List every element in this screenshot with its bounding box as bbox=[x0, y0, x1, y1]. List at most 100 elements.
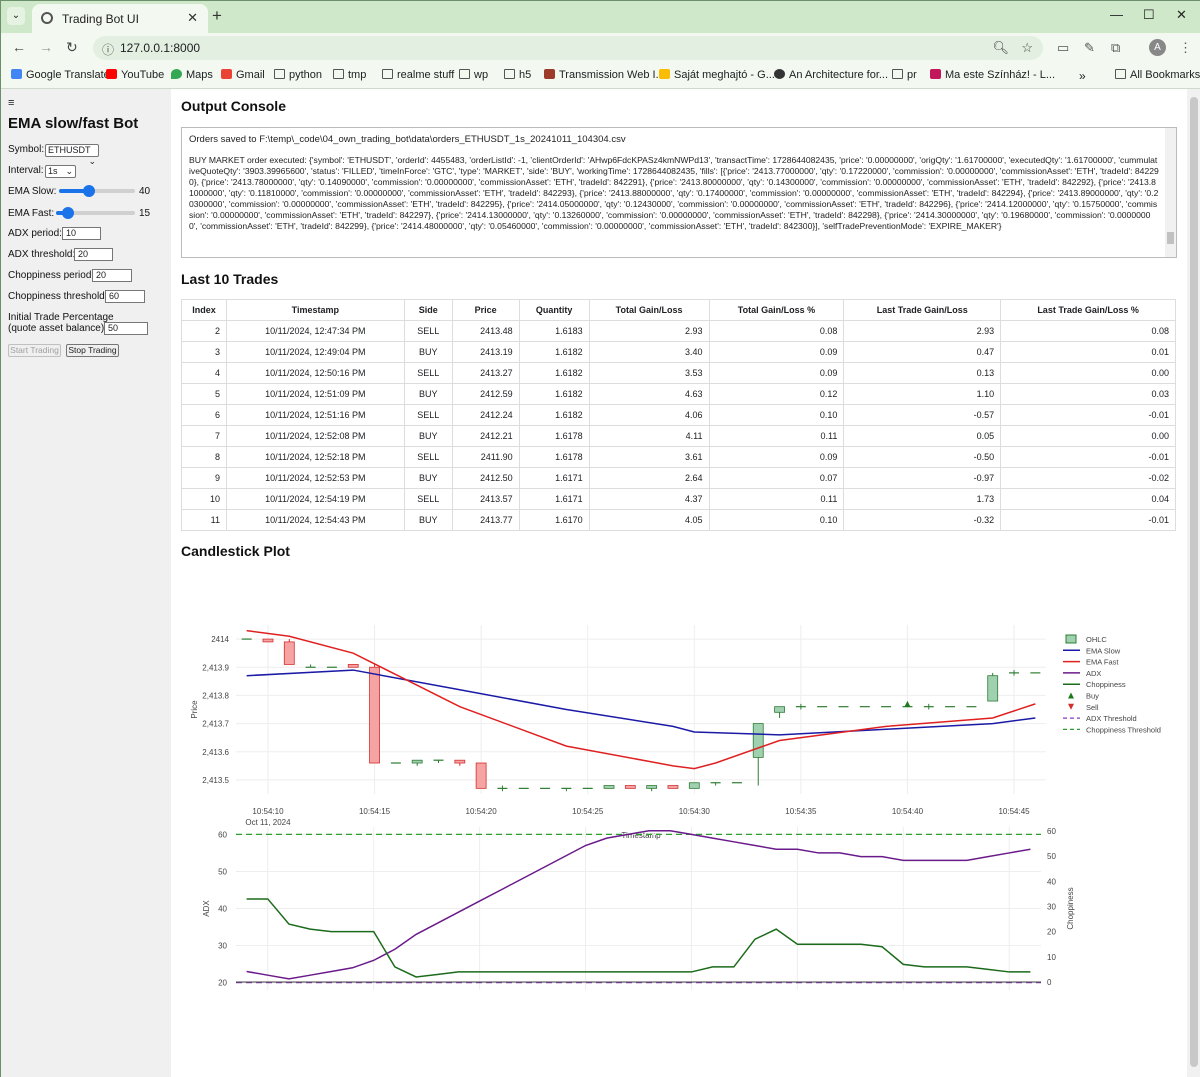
table-row: 2 10/11/2024, 12:47:34 PM SELL 2413.48 1.618… bbox=[181, 320, 1176, 342]
choppiness-threshold-label: Choppiness threshold: bbox=[8, 291, 108, 302]
bookmark-realme-stuff[interactable]: realme stuff bbox=[382, 69, 454, 81]
ema-slow-slider-thumb[interactable] bbox=[83, 185, 96, 197]
bookmark-google-translate[interactable]: Google Translate bbox=[11, 69, 110, 81]
ema-slow-slider[interactable] bbox=[59, 185, 135, 197]
cast-icon[interactable]: ▭ bbox=[1057, 40, 1069, 56]
tab-search-button[interactable]: ⌄ bbox=[7, 7, 25, 25]
symbol-select[interactable]: ETHUSDT ⌄ bbox=[45, 144, 99, 166]
x-tick-label: 10:54:20 bbox=[466, 807, 498, 816]
bookmark-szinhaz[interactable]: Ma este Színház! - L... bbox=[930, 69, 1055, 81]
browser-tab[interactable]: Trading Bot UI ✕ bbox=[32, 4, 208, 33]
bookmark-youtube[interactable]: YouTube bbox=[106, 69, 164, 81]
adx-period-input[interactable]: 10 bbox=[62, 227, 101, 240]
new-tab-icon[interactable]: + bbox=[212, 6, 222, 26]
table-cell: 10/11/2024, 12:52:18 PM bbox=[225, 446, 405, 468]
console-scrollbar-thumb[interactable] bbox=[1167, 232, 1174, 244]
legend-label: EMA Slow bbox=[1086, 646, 1121, 655]
table-cell: 2413.77 bbox=[451, 509, 520, 531]
zoom-icon[interactable]: 🔍︎ bbox=[992, 40, 1009, 56]
x-tick-label: 10:54:30 bbox=[679, 807, 711, 816]
bookmark-architecture[interactable]: An Architecture for... bbox=[774, 69, 888, 81]
table-cell: 1.73 bbox=[843, 488, 1002, 510]
all-bookmarks[interactable]: All Bookmarks bbox=[1115, 69, 1200, 81]
bookmark-pr[interactable]: pr bbox=[892, 69, 917, 81]
table-cell: 0.13 bbox=[843, 362, 1002, 384]
forward-icon[interactable]: → bbox=[39, 39, 53, 55]
interval-select[interactable]: 1s ⌄ bbox=[45, 165, 76, 178]
bookmark-tmp[interactable]: tmp bbox=[333, 69, 366, 81]
ema-fast-slider[interactable] bbox=[56, 207, 135, 219]
ema-fast-label: EMA Fast: bbox=[8, 208, 55, 219]
table-cell: -0.01 bbox=[1000, 509, 1176, 531]
close-window-icon[interactable]: ✕ bbox=[1176, 7, 1187, 23]
column-header[interactable]: Quantity bbox=[518, 299, 590, 321]
bookmark-wp[interactable]: wp bbox=[459, 69, 488, 81]
table-cell: 10/11/2024, 12:47:34 PM bbox=[225, 320, 405, 342]
choppiness-period-input[interactable]: 20 bbox=[92, 269, 132, 282]
table-cell: BUY bbox=[403, 341, 453, 363]
edit-pen-icon[interactable]: ✎ bbox=[1084, 40, 1095, 56]
column-header[interactable]: Total Gain/Loss bbox=[588, 299, 710, 321]
choppiness-threshold-input[interactable]: 60 bbox=[105, 290, 145, 303]
bookmark-maps[interactable]: Maps bbox=[171, 69, 213, 81]
ema-fast-slider-thumb[interactable] bbox=[61, 207, 74, 219]
column-header[interactable]: Price bbox=[451, 299, 520, 321]
plot-svg: 2,413.5 2,413.6 2,413.7 2,413.8 2,413.9 2414 1… bbox=[190, 625, 1161, 990]
browser-menu-icon[interactable]: ⋮ bbox=[1179, 40, 1192, 56]
menu-icon[interactable]: ≡ bbox=[8, 97, 14, 109]
reload-icon[interactable]: ↻ bbox=[66, 39, 78, 56]
bookmark-python[interactable]: python bbox=[274, 69, 322, 81]
table-cell: -0.57 bbox=[843, 404, 1002, 426]
table-cell: 2411.90 bbox=[451, 446, 520, 468]
trade-percentage-input[interactable]: 50 bbox=[104, 322, 148, 335]
adx-threshold-input[interactable]: 20 bbox=[74, 248, 113, 261]
drive-icon bbox=[659, 69, 670, 79]
column-header[interactable]: Last Trade Gain/Loss bbox=[843, 299, 1002, 321]
table-cell: 10/11/2024, 12:51:09 PM bbox=[225, 383, 405, 405]
output-console[interactable]: Orders saved to F:\temp\_code\04_own_tra… bbox=[181, 127, 1177, 258]
bookmark-gmail[interactable]: Gmail bbox=[221, 69, 265, 81]
table-cell: -0.32 bbox=[843, 509, 1002, 531]
column-header[interactable]: Total Gain/Loss % bbox=[708, 299, 845, 321]
gmail-icon bbox=[221, 69, 232, 79]
maximize-icon[interactable]: ☐ bbox=[1143, 7, 1155, 23]
table-cell: -0.02 bbox=[1000, 467, 1176, 489]
page-scrollbar-thumb[interactable] bbox=[1190, 97, 1198, 1067]
candle-body bbox=[475, 762, 487, 789]
minimize-icon[interactable]: — bbox=[1110, 7, 1123, 22]
site-info-icon[interactable]: ⓘ bbox=[102, 41, 114, 58]
bookmark-star-icon[interactable]: ☆ bbox=[1021, 40, 1033, 56]
address-bar[interactable]: ⓘ 127.0.0.1:8000 🔍︎ ☆ bbox=[93, 36, 1043, 60]
candlestick-plot[interactable]: 2,413.5 2,413.6 2,413.7 2,413.8 2,413.9 2414 1… bbox=[181, 565, 1177, 1035]
y-tick-label: 2,413.5 bbox=[202, 776, 229, 785]
candle-body bbox=[283, 641, 295, 665]
bookmark-h5[interactable]: h5 bbox=[504, 69, 531, 81]
trade-percentage-label-line2: (quote asset balance): bbox=[8, 323, 107, 334]
extensions-icon[interactable]: ⧉ bbox=[1111, 40, 1120, 56]
legend-label: ADX Threshold bbox=[1086, 714, 1137, 723]
column-header[interactable]: Index bbox=[181, 299, 227, 321]
bookmark-transmission[interactable]: Transmission Web I... bbox=[544, 69, 665, 81]
stop-trading-button[interactable]: Stop Trading bbox=[66, 344, 119, 357]
choppiness-line bbox=[246, 898, 1031, 978]
translate-icon bbox=[11, 69, 22, 79]
column-header[interactable]: Timestamp bbox=[225, 299, 405, 321]
choppiness-tick-label: 0 bbox=[1047, 978, 1052, 987]
table-cell: 2412.50 bbox=[451, 467, 520, 489]
bookmark-drive[interactable]: Saját meghajtó - G... bbox=[659, 69, 775, 81]
table-cell: 0.12 bbox=[708, 383, 845, 405]
back-icon[interactable]: ← bbox=[12, 39, 26, 55]
console-scrollbar[interactable] bbox=[1165, 128, 1176, 257]
column-header[interactable]: Side bbox=[403, 299, 453, 321]
table-row: 8 10/11/2024, 12:52:18 PM SELL 2411.90 1.617… bbox=[181, 446, 1176, 468]
table-cell: 0.11 bbox=[708, 488, 845, 510]
more-bookmarks-icon[interactable]: » bbox=[1079, 69, 1086, 83]
tab-close-icon[interactable]: ✕ bbox=[187, 10, 198, 26]
candle-body bbox=[411, 759, 423, 764]
table-header-row: Index Timestamp Side Price Quantity Total Gai… bbox=[181, 299, 1176, 321]
profile-avatar[interactable]: A bbox=[1149, 39, 1166, 56]
table-cell: 0.00 bbox=[1000, 425, 1176, 447]
column-header[interactable]: Last Trade Gain/Loss % bbox=[1000, 299, 1176, 321]
start-trading-button[interactable]: Start Trading bbox=[8, 344, 61, 357]
page-scrollbar[interactable] bbox=[1187, 89, 1200, 1077]
